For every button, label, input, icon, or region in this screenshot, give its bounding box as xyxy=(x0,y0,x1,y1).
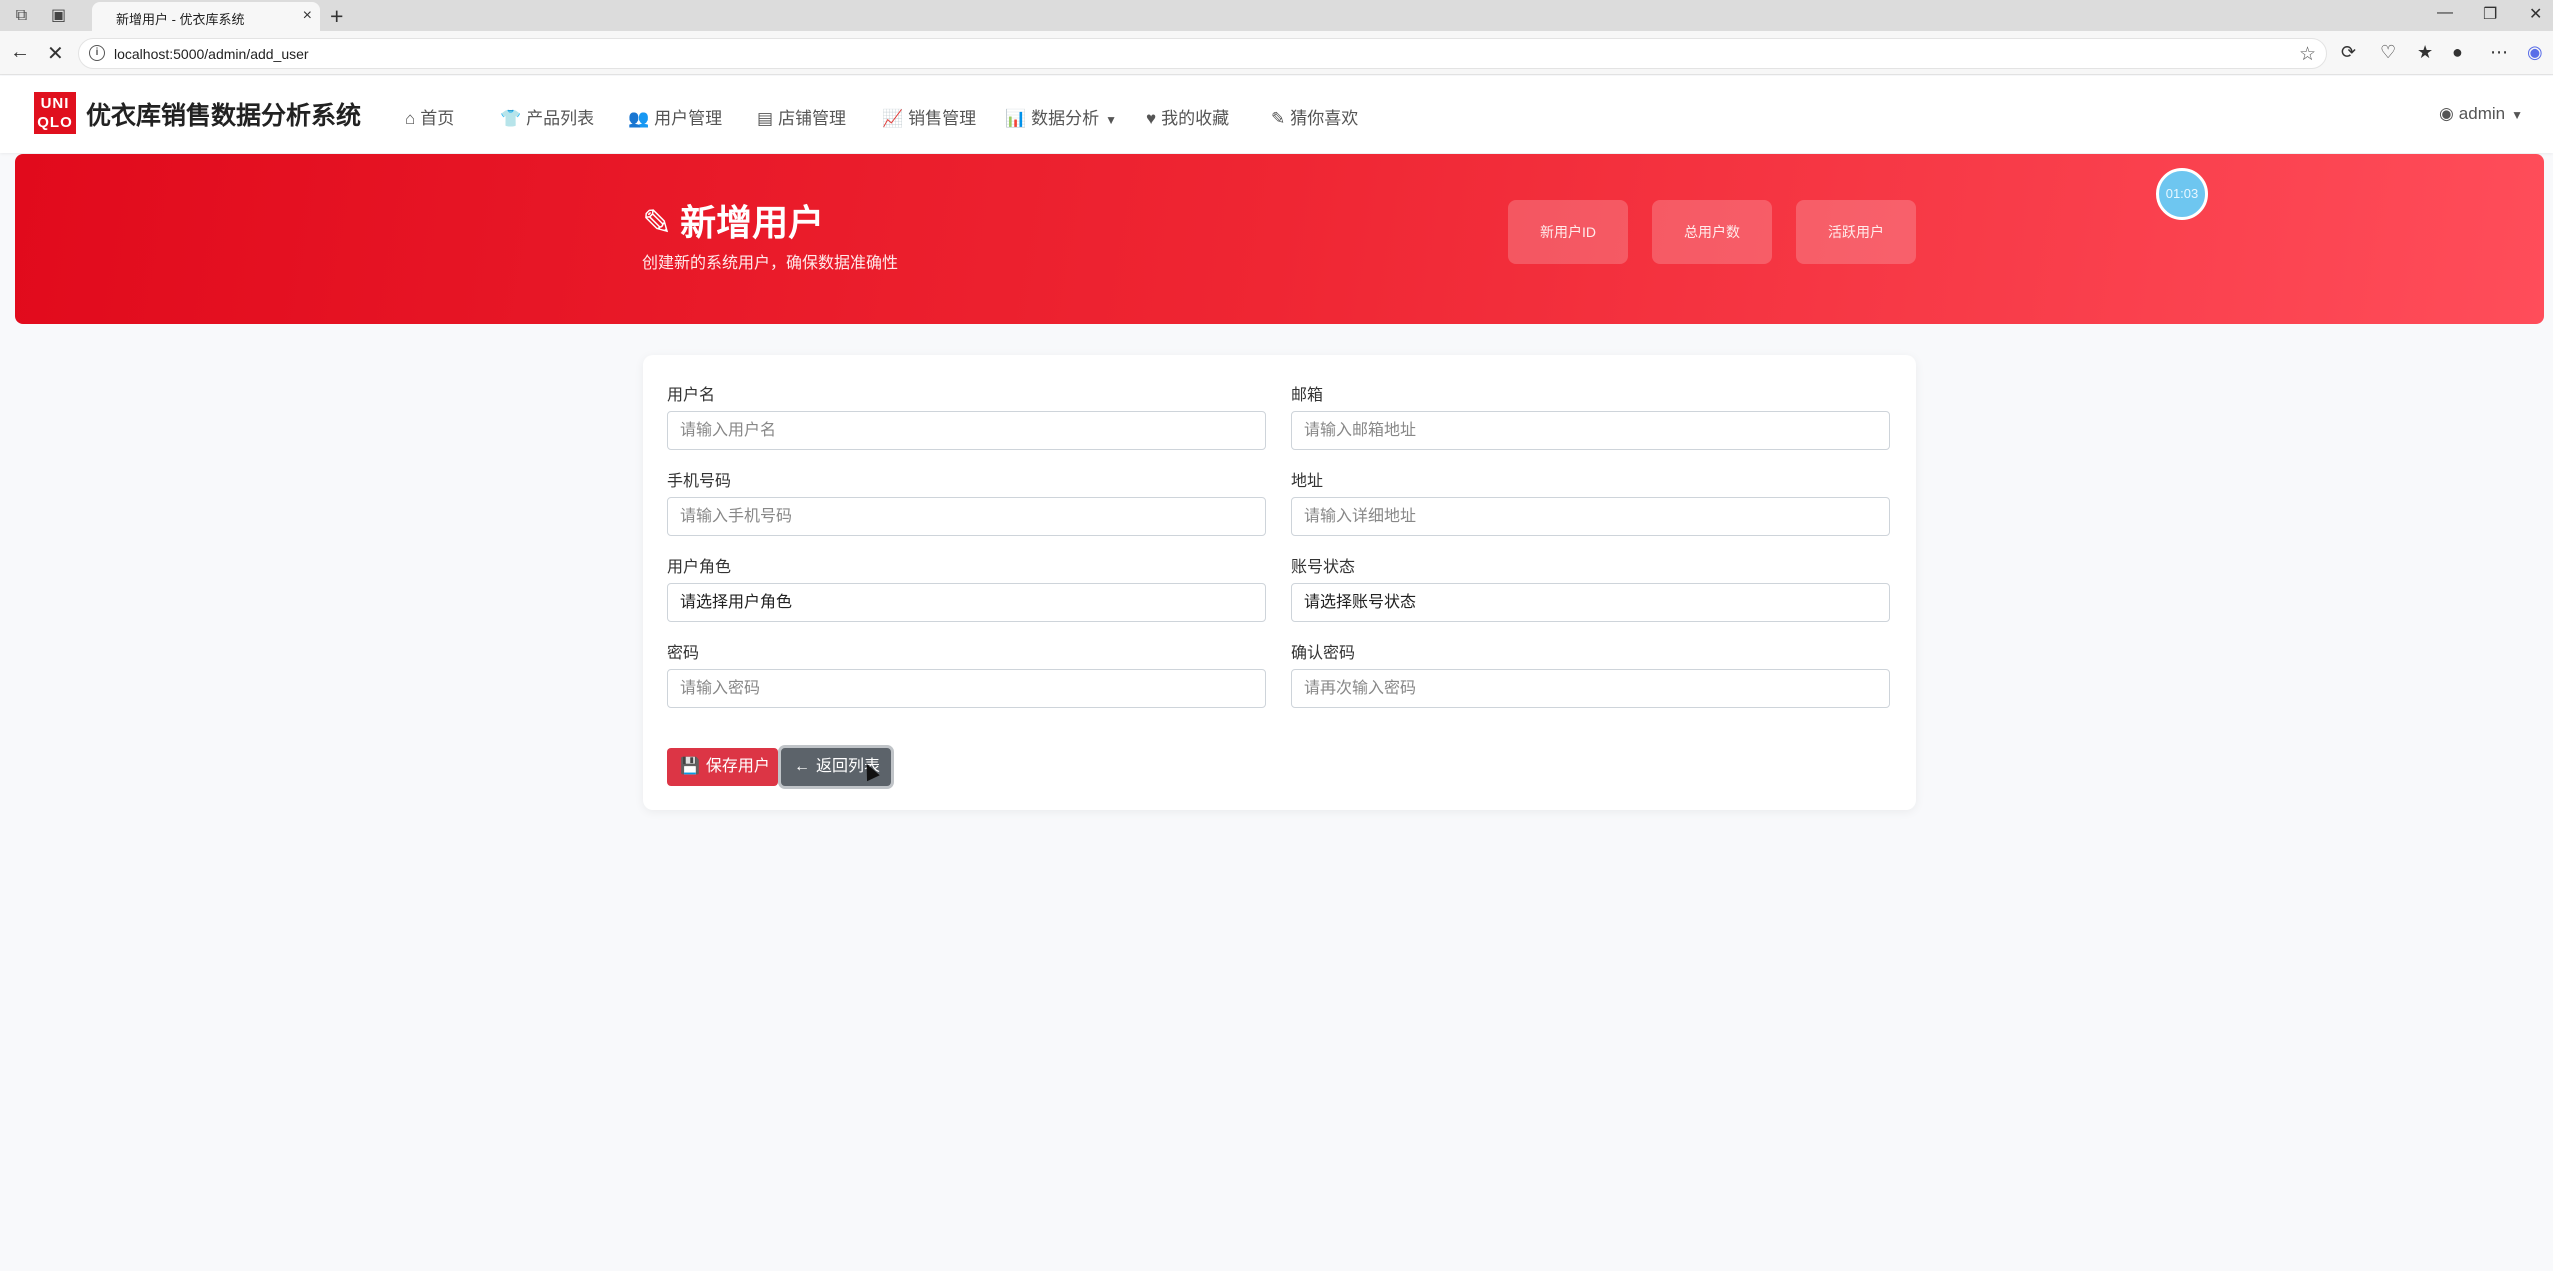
nav-item-sales[interactable]: 📈 销售管理 xyxy=(882,104,976,129)
email-label: 邮箱 xyxy=(1291,387,1324,404)
stat-active-users: 活跃用户 xyxy=(1796,200,1916,264)
edit-icon: ✎ xyxy=(642,202,673,243)
store-icon: ▤ xyxy=(757,109,774,128)
password-label: 密码 xyxy=(667,645,700,662)
nav-item-recommend[interactable]: ✎ 猜你喜欢 xyxy=(1271,104,1358,129)
minimize-icon[interactable]: — xyxy=(2437,4,2453,22)
home-icon: ⌂ xyxy=(405,109,416,128)
chart-line-icon: 📈 xyxy=(882,109,904,128)
browser-tabbar: ⧉ ▣ 新增用户 - 优衣库系统 × + — ❐ ✕ xyxy=(0,0,2553,31)
site-info-icon[interactable]: i xyxy=(89,45,105,61)
more-menu-icon[interactable]: ⋯ xyxy=(2490,42,2508,63)
stat-new-user-id: 新用户ID xyxy=(1508,200,1628,264)
password-input[interactable] xyxy=(667,669,1266,708)
username-input[interactable] xyxy=(667,411,1266,450)
new-tab-icon[interactable]: + xyxy=(330,3,343,30)
browser-tab-title: 新增用户 - 优衣库系统 xyxy=(116,12,245,27)
workspaces-icon[interactable]: ⧉ xyxy=(12,6,31,25)
uniqlo-logo[interactable]: UNI QLO xyxy=(34,92,76,134)
restore-icon[interactable]: ❐ xyxy=(2483,4,2497,24)
save-user-button[interactable]: 💾 保存用户 xyxy=(667,748,778,786)
nav-item-stores[interactable]: ▤ 店铺管理 xyxy=(757,104,846,129)
pencil-icon: ✎ xyxy=(1271,109,1286,128)
favorite-star-icon[interactable]: ☆ xyxy=(2299,43,2316,66)
nav-label: 销售管理 xyxy=(908,109,977,128)
window-close-icon[interactable]: ✕ xyxy=(2529,4,2542,24)
user-circle-icon: ◉ xyxy=(2438,104,2454,123)
page-title-text: 新增用户 xyxy=(680,202,825,243)
tab-close-icon[interactable]: × xyxy=(303,7,312,25)
brand-title[interactable]: 优衣库销售数据分析系统 xyxy=(86,96,361,132)
username-label: admin xyxy=(2458,104,2506,123)
tab-actions-icon[interactable]: ▣ xyxy=(49,6,68,25)
arrow-left-icon: ← xyxy=(794,758,810,775)
copilot-icon[interactable]: ◉ xyxy=(2527,42,2543,63)
reload-stop-icon[interactable]: ✕ xyxy=(47,41,64,66)
username-label: 用户名 xyxy=(667,387,716,404)
page-title: ✎ 新增用户 xyxy=(642,194,824,246)
nav-item-users[interactable]: 👥 用户管理 xyxy=(628,104,722,129)
add-user-form: 用户名 邮箱 手机号码 地址 用户角色 请选择用户角色 账号状态 请选择账号状态… xyxy=(643,355,1916,810)
nav-label: 用户管理 xyxy=(654,109,723,128)
dropdown-caret-icon: ▼ xyxy=(2511,108,2523,122)
confirm-password-input[interactable] xyxy=(1291,669,1890,708)
app-navbar: UNI QLO 优衣库销售数据分析系统 ⌂ 首页 👕 产品列表 👥 用户管理 ▤ 店铺管理… xyxy=(0,76,2553,153)
nav-label: 产品列表 xyxy=(526,109,595,128)
address-input[interactable] xyxy=(1291,497,1890,536)
nav-label: 首页 xyxy=(420,109,455,128)
chart-bar-icon: 📊 xyxy=(1005,109,1027,128)
nav-item-home[interactable]: ⌂ 首页 xyxy=(405,104,454,129)
extension-icon[interactable]: ⟳ xyxy=(2341,42,2356,63)
favorites-icon[interactable]: ★ xyxy=(2417,42,2433,63)
profile-icon[interactable]: ● xyxy=(2452,42,2463,63)
user-menu[interactable]: ◉ admin ▼ xyxy=(2439,104,2523,124)
role-select-value: 请选择用户角色 xyxy=(680,594,793,611)
browser-tab-active[interactable]: 新增用户 - 优衣库系统 × xyxy=(92,2,320,31)
save-button-label: 保存用户 xyxy=(705,758,770,775)
status-select-value: 请选择账号状态 xyxy=(1304,594,1417,611)
nav-label: 猜你喜欢 xyxy=(1290,109,1359,128)
nav-item-favorites[interactable]: ♥ 我的收藏 xyxy=(1146,104,1229,129)
heart-icon: ♥ xyxy=(1146,109,1157,128)
role-select[interactable]: 请选择用户角色 xyxy=(667,583,1266,622)
nav-label: 我的收藏 xyxy=(1161,109,1230,128)
stat-total-users: 总用户数 xyxy=(1652,200,1772,264)
page-header-banner: ✎ 新增用户 创建新的系统用户，确保数据准确性 新用户ID 总用户数 活跃用户 0… xyxy=(15,154,2544,324)
status-label: 账号状态 xyxy=(1291,559,1356,576)
phone-input[interactable] xyxy=(667,497,1266,536)
nav-item-analysis[interactable]: 📊 数据分析 ▼ xyxy=(1005,104,1117,129)
email-input[interactable] xyxy=(1291,411,1890,450)
dropdown-caret-icon: ▼ xyxy=(1105,113,1118,127)
address-label: 地址 xyxy=(1291,473,1324,490)
timer-badge: 01:03 xyxy=(2156,168,2208,220)
url-text: localhost:5000/admin/add_user xyxy=(114,46,309,62)
confirm-password-label: 确认密码 xyxy=(1291,645,1356,662)
save-icon: 💾 xyxy=(680,758,700,775)
back-arrow-icon[interactable]: ← xyxy=(10,41,30,64)
performance-icon[interactable]: ♡ xyxy=(2380,42,2396,63)
shirt-icon: 👕 xyxy=(500,109,522,128)
role-label: 用户角色 xyxy=(667,559,732,576)
browser-toolbar: ← ✕ i localhost:5000/admin/add_user ☆ xyxy=(0,31,2553,75)
users-icon: 👥 xyxy=(628,109,650,128)
address-bar[interactable]: i localhost:5000/admin/add_user ☆ xyxy=(78,38,2327,69)
nav-label: 数据分析 xyxy=(1031,109,1100,128)
phone-label: 手机号码 xyxy=(667,473,732,490)
page-subtitle: 创建新的系统用户，确保数据准确性 xyxy=(642,255,899,272)
status-select[interactable]: 请选择账号状态 xyxy=(1291,583,1890,622)
nav-item-products[interactable]: 👕 产品列表 xyxy=(500,104,594,129)
nav-label: 店铺管理 xyxy=(778,109,847,128)
